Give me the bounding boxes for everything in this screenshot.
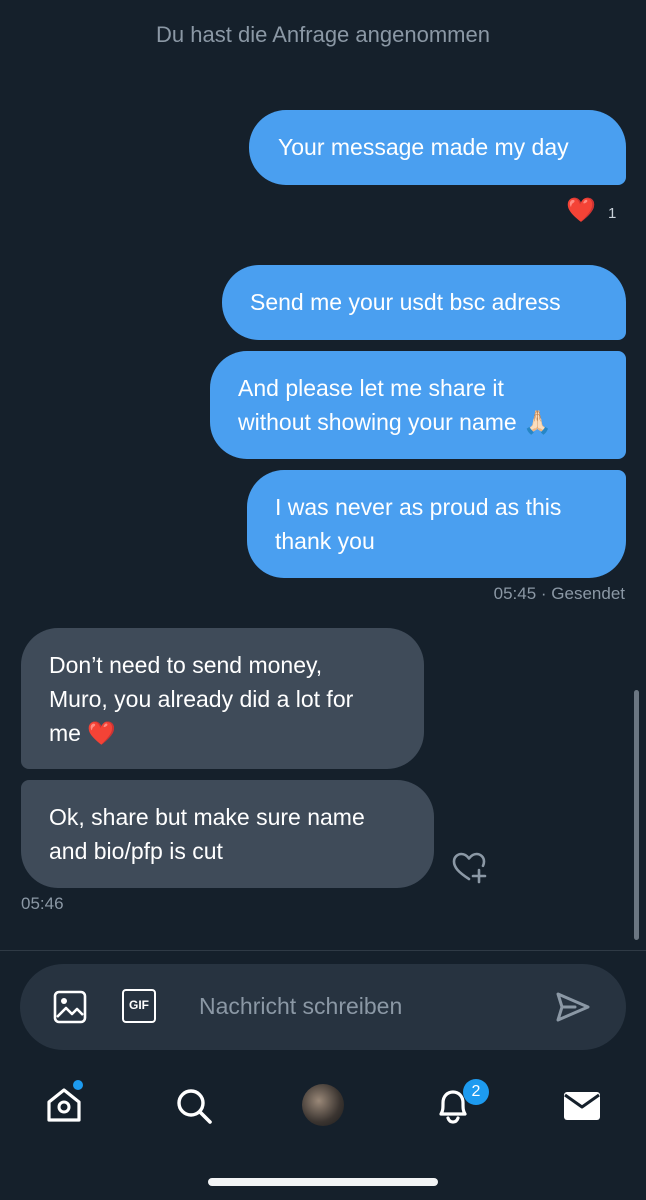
message-text-line: without showing your name: [238, 409, 517, 435]
divider: [0, 950, 646, 951]
search-icon[interactable]: [174, 1086, 214, 1131]
mail-icon[interactable]: [562, 1090, 602, 1127]
home-indicator: [208, 1178, 438, 1186]
message-bubble-incoming[interactable]: Don’t need to send money, Muro, you alre…: [21, 628, 424, 769]
reaction-count: 1: [608, 205, 617, 222]
scrollbar[interactable]: [634, 690, 639, 940]
message-bubble-outgoing[interactable]: Send me your usdt bsc adress: [222, 265, 626, 340]
message-text-line: I was never as proud as this: [275, 494, 562, 520]
avatar[interactable]: [302, 1084, 344, 1126]
sent-meta: 05:45 · Gesendet: [494, 584, 625, 604]
message-text-line: Don’t need to send money,: [49, 652, 323, 678]
heart-emoji: ❤️: [87, 720, 116, 746]
message-bubble-incoming[interactable]: Ok, share but make sure name and bio/pfp…: [21, 780, 434, 888]
message-composer: GIF Nachricht schreiben: [20, 964, 626, 1050]
message-text-line: Ok, share but make sure name: [49, 804, 365, 830]
pray-emoji: 🙏🏻: [523, 409, 552, 435]
send-icon[interactable]: [555, 990, 591, 1029]
message-bubble-outgoing[interactable]: Your message made my day: [249, 110, 626, 185]
reaction-heart-emoji[interactable]: ❤️: [566, 196, 596, 225]
home-icon[interactable]: [44, 1085, 84, 1130]
sent-time: 05:45: [493, 584, 537, 603]
message-text: Your message made my day: [278, 134, 569, 160]
message-text: Send me your usdt bsc adress: [250, 289, 561, 315]
conversation-notice: Du hast die Anfrage angenommen: [156, 22, 490, 47]
message-text-line: thank you: [275, 528, 375, 554]
image-icon[interactable]: [52, 989, 88, 1030]
message-input[interactable]: Nachricht schreiben: [199, 993, 402, 1020]
received-time: 05:46: [21, 894, 64, 913]
sent-status: · Gesendet: [540, 584, 625, 603]
message-text-line: Muro, you already did a lot for: [49, 686, 354, 712]
message-text-line: And please let me share it: [238, 375, 504, 401]
message-bubble-outgoing[interactable]: I was never as proud as this thank you: [247, 470, 626, 578]
heart-plus-icon[interactable]: [450, 848, 490, 893]
message-text-line: and bio/pfp is cut: [49, 838, 223, 864]
message-bubble-outgoing[interactable]: And please let me share it without showi…: [210, 351, 626, 459]
notifications-badge: 2: [463, 1079, 489, 1105]
gif-icon[interactable]: GIF: [122, 989, 156, 1023]
home-unread-dot: [73, 1080, 83, 1090]
message-text-line: me: [49, 720, 81, 746]
